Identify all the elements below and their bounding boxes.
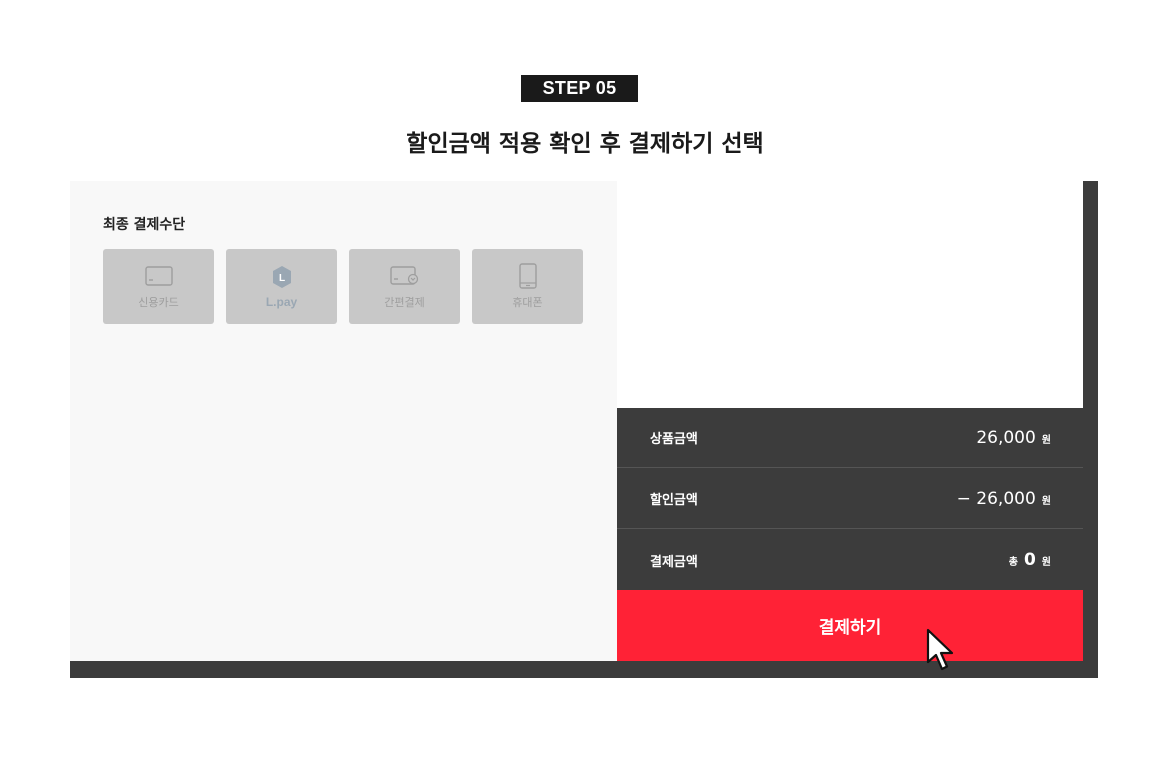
- payment-method-label: 간편결제: [384, 295, 425, 309]
- payment-method-lpay[interactable]: L L.pay: [226, 249, 337, 324]
- discount-amount-value-group: − 26,000 원: [957, 489, 1051, 509]
- payment-method-panel: 최종 결제수단 신용카드 L L.pay 간편결제 휴대폰: [70, 181, 617, 661]
- credit-card-icon: [144, 264, 174, 288]
- product-amount-row: 상품금액 26,000 원: [617, 408, 1083, 468]
- discount-amount-label: 할인금액: [650, 493, 698, 508]
- payment-method-credit-card[interactable]: 신용카드: [103, 249, 214, 324]
- payment-method-list: 신용카드 L L.pay 간편결제 휴대폰: [103, 249, 583, 324]
- order-info-area: [617, 181, 1083, 408]
- mobile-phone-icon: [513, 262, 543, 289]
- payment-method-title: 최종 결제수단: [103, 217, 186, 233]
- payment-method-label: 휴대폰: [512, 295, 543, 309]
- discount-amount-row: 할인금액 − 26,000 원: [617, 469, 1083, 529]
- lpay-icon: L: [267, 265, 297, 289]
- payment-method-easy-pay[interactable]: 간편결제: [349, 249, 460, 324]
- payment-amount-row: 결제금액 총 0 원: [617, 530, 1083, 590]
- discount-amount-value: − 26,000: [956, 488, 1036, 509]
- payment-method-label: L.pay: [265, 294, 298, 309]
- payment-amount-label: 결제금액: [650, 554, 698, 570]
- step-badge: STEP 05: [521, 75, 638, 102]
- product-amount-label: 상품금액: [650, 432, 698, 447]
- payment-amount-value: 0: [1023, 550, 1036, 570]
- payment-amount-unit: 원: [1041, 557, 1051, 568]
- product-amount-value-group: 26,000 원: [976, 428, 1051, 448]
- discount-amount-unit: 원: [1041, 495, 1051, 507]
- svg-text:L: L: [278, 273, 284, 284]
- price-summary: 상품금액 26,000 원 할인금액 − 26,000 원 결제금액 총 0 원: [617, 408, 1083, 590]
- mouse-pointer-icon: [926, 628, 954, 671]
- pay-button[interactable]: 결제하기: [617, 590, 1083, 661]
- product-amount-value: 26,000: [976, 427, 1036, 448]
- product-amount-unit: 원: [1041, 434, 1051, 446]
- page-title: 할인금액 적용 확인 후 결제하기 선택: [406, 131, 764, 157]
- payment-method-label: 신용카드: [138, 295, 179, 309]
- payment-method-mobile[interactable]: 휴대폰: [472, 249, 583, 324]
- payment-amount-prefix: 총: [1008, 557, 1018, 568]
- easy-pay-icon: [389, 264, 420, 288]
- payment-amount-value-group: 총 0 원: [1009, 550, 1051, 570]
